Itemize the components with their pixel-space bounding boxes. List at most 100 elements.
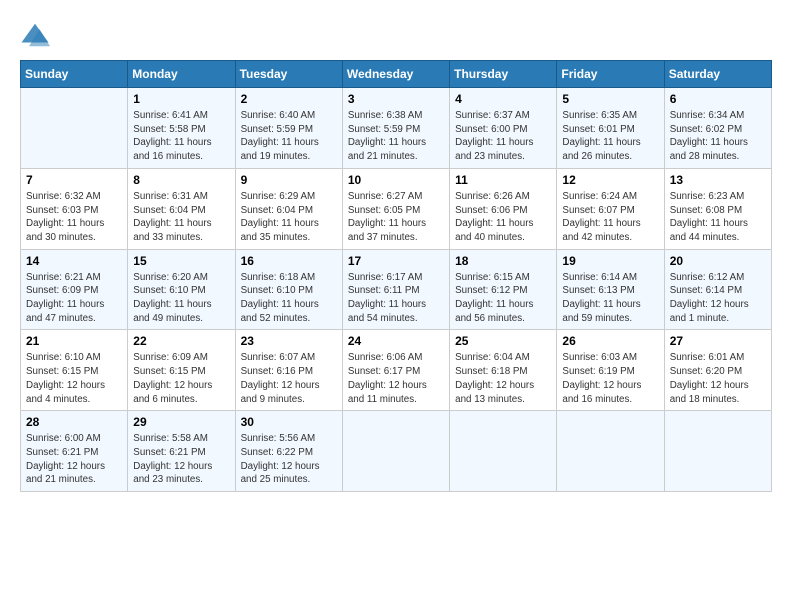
day-info: Sunrise: 6:32 AM Sunset: 6:03 PM Dayligh… — [26, 190, 122, 245]
logo — [20, 20, 54, 50]
day-info: Sunrise: 6:09 AM Sunset: 6:15 PM Dayligh… — [133, 351, 229, 406]
day-info: Sunrise: 6:34 AM Sunset: 6:02 PM Dayligh… — [670, 109, 766, 164]
calendar-cell: 14 Sunrise: 6:21 AM Sunset: 6:09 PM Dayli… — [21, 249, 128, 330]
day-number: 30 — [241, 415, 337, 429]
day-number: 21 — [26, 334, 122, 348]
day-header-saturday: Saturday — [664, 61, 771, 88]
day-number: 7 — [26, 173, 122, 187]
day-number: 12 — [562, 173, 658, 187]
day-info: Sunrise: 5:58 AM Sunset: 6:21 PM Dayligh… — [133, 432, 229, 487]
day-header-tuesday: Tuesday — [235, 61, 342, 88]
day-header-sunday: Sunday — [21, 61, 128, 88]
day-info: Sunrise: 6:06 AM Sunset: 6:17 PM Dayligh… — [348, 351, 444, 406]
calendar-cell: 4 Sunrise: 6:37 AM Sunset: 6:00 PM Daylig… — [450, 88, 557, 169]
calendar-cell: 16Sunrise: 6:18 AM Sunset: 6:10 PM Dayli… — [235, 249, 342, 330]
day-number: 13 — [670, 173, 766, 187]
calendar-cell: 5 Sunrise: 6:35 AM Sunset: 6:01 PM Daylig… — [557, 88, 664, 169]
calendar-cell: 21Sunrise: 6:10 AM Sunset: 6:15 PM Dayli… — [21, 330, 128, 411]
day-info: Sunrise: 6:31 AM Sunset: 6:04 PM Dayligh… — [133, 190, 229, 245]
day-info: Sunrise: 6:01 AM Sunset: 6:20 PM Dayligh… — [670, 351, 766, 406]
day-info: Sunrise: 6:27 AM Sunset: 6:05 PM Dayligh… — [348, 190, 444, 245]
calendar-cell: 26 Sunrise: 6:03 AM Sunset: 6:19 PM Dayli… — [557, 330, 664, 411]
calendar-cell: 19Sunrise: 6:14 AM Sunset: 6:13 PM Dayli… — [557, 249, 664, 330]
day-info: Sunrise: 6:03 AM Sunset: 6:19 PM Dayligh… — [562, 351, 658, 406]
week-row-2: 7 Sunrise: 6:32 AM Sunset: 6:03 PM Daylig… — [21, 168, 772, 249]
day-number: 3 — [348, 92, 444, 106]
calendar-cell: 9 Sunrise: 6:29 AM Sunset: 6:04 PM Daylig… — [235, 168, 342, 249]
day-number: 27 — [670, 334, 766, 348]
calendar-cell: 12 Sunrise: 6:24 AM Sunset: 6:07 PM Dayli… — [557, 168, 664, 249]
day-number: 4 — [455, 92, 551, 106]
day-number: 2 — [241, 92, 337, 106]
day-number: 23 — [241, 334, 337, 348]
day-header-thursday: Thursday — [450, 61, 557, 88]
calendar-cell: 15 Sunrise: 6:20 AM Sunset: 6:10 PM Dayli… — [128, 249, 235, 330]
day-info: Sunrise: 6:04 AM Sunset: 6:18 PM Dayligh… — [455, 351, 551, 406]
calendar-cell: 29 Sunrise: 5:58 AM Sunset: 6:21 PM Dayli… — [128, 411, 235, 492]
day-number: 15 — [133, 254, 229, 268]
day-info: Sunrise: 6:12 AM Sunset: 6:14 PM Dayligh… — [670, 271, 766, 326]
calendar-cell — [664, 411, 771, 492]
day-info: Sunrise: 6:35 AM Sunset: 6:01 PM Dayligh… — [562, 109, 658, 164]
day-info: Sunrise: 6:00 AM Sunset: 6:21 PM Dayligh… — [26, 432, 122, 487]
day-info: Sunrise: 6:21 AM Sunset: 6:09 PM Dayligh… — [26, 271, 122, 326]
day-header-wednesday: Wednesday — [342, 61, 449, 88]
day-info: Sunrise: 6:38 AM Sunset: 5:59 PM Dayligh… — [348, 109, 444, 164]
calendar-cell: 6 Sunrise: 6:34 AM Sunset: 6:02 PM Daylig… — [664, 88, 771, 169]
day-number: 18 — [455, 254, 551, 268]
day-number: 29 — [133, 415, 229, 429]
day-number: 6 — [670, 92, 766, 106]
day-number: 20 — [670, 254, 766, 268]
day-info: Sunrise: 6:24 AM Sunset: 6:07 PM Dayligh… — [562, 190, 658, 245]
day-number: 25 — [455, 334, 551, 348]
day-number: 9 — [241, 173, 337, 187]
day-number: 5 — [562, 92, 658, 106]
day-number: 10 — [348, 173, 444, 187]
calendar-cell: 28 Sunrise: 6:00 AM Sunset: 6:21 PM Dayli… — [21, 411, 128, 492]
page-header — [20, 20, 772, 50]
calendar-cell: 30Sunrise: 5:56 AM Sunset: 6:22 PM Dayli… — [235, 411, 342, 492]
calendar-cell: 8 Sunrise: 6:31 AM Sunset: 6:04 PM Daylig… — [128, 168, 235, 249]
day-number: 22 — [133, 334, 229, 348]
day-info: Sunrise: 6:29 AM Sunset: 6:04 PM Dayligh… — [241, 190, 337, 245]
week-row-3: 14 Sunrise: 6:21 AM Sunset: 6:09 PM Dayli… — [21, 249, 772, 330]
calendar-cell: 17 Sunrise: 6:17 AM Sunset: 6:11 PM Dayli… — [342, 249, 449, 330]
day-number: 24 — [348, 334, 444, 348]
day-number: 17 — [348, 254, 444, 268]
day-number: 14 — [26, 254, 122, 268]
calendar-cell: 20 Sunrise: 6:12 AM Sunset: 6:14 PM Dayli… — [664, 249, 771, 330]
day-number: 1 — [133, 92, 229, 106]
day-info: Sunrise: 6:26 AM Sunset: 6:06 PM Dayligh… — [455, 190, 551, 245]
day-info: Sunrise: 6:37 AM Sunset: 6:00 PM Dayligh… — [455, 109, 551, 164]
day-info: Sunrise: 6:23 AM Sunset: 6:08 PM Dayligh… — [670, 190, 766, 245]
week-row-1: 1Sunrise: 6:41 AM Sunset: 5:58 PM Daylig… — [21, 88, 772, 169]
day-info: Sunrise: 6:17 AM Sunset: 6:11 PM Dayligh… — [348, 271, 444, 326]
calendar-cell: 22 Sunrise: 6:09 AM Sunset: 6:15 PM Dayli… — [128, 330, 235, 411]
day-number: 11 — [455, 173, 551, 187]
calendar-cell: 10 Sunrise: 6:27 AM Sunset: 6:05 PM Dayli… — [342, 168, 449, 249]
day-info: Sunrise: 6:18 AM Sunset: 6:10 PM Dayligh… — [241, 271, 337, 326]
days-header-row: SundayMondayTuesdayWednesdayThursdayFrid… — [21, 61, 772, 88]
calendar-cell: 2 Sunrise: 6:40 AM Sunset: 5:59 PM Daylig… — [235, 88, 342, 169]
calendar-cell: 1Sunrise: 6:41 AM Sunset: 5:58 PM Daylig… — [128, 88, 235, 169]
logo-icon — [20, 20, 50, 50]
calendar-cell: 3 Sunrise: 6:38 AM Sunset: 5:59 PM Daylig… — [342, 88, 449, 169]
day-info: Sunrise: 6:20 AM Sunset: 6:10 PM Dayligh… — [133, 271, 229, 326]
calendar-cell: 13 Sunrise: 6:23 AM Sunset: 6:08 PM Dayli… — [664, 168, 771, 249]
day-number: 19 — [562, 254, 658, 268]
day-number: 26 — [562, 334, 658, 348]
week-row-5: 28 Sunrise: 6:00 AM Sunset: 6:21 PM Dayli… — [21, 411, 772, 492]
calendar-cell — [342, 411, 449, 492]
day-info: Sunrise: 6:07 AM Sunset: 6:16 PM Dayligh… — [241, 351, 337, 406]
calendar-cell — [557, 411, 664, 492]
day-number: 8 — [133, 173, 229, 187]
week-row-4: 21Sunrise: 6:10 AM Sunset: 6:15 PM Dayli… — [21, 330, 772, 411]
calendar-cell: 25 Sunrise: 6:04 AM Sunset: 6:18 PM Dayli… — [450, 330, 557, 411]
day-header-monday: Monday — [128, 61, 235, 88]
day-info: Sunrise: 6:40 AM Sunset: 5:59 PM Dayligh… — [241, 109, 337, 164]
day-header-friday: Friday — [557, 61, 664, 88]
day-number: 28 — [26, 415, 122, 429]
calendar-cell: 23 Sunrise: 6:07 AM Sunset: 6:16 PM Dayli… — [235, 330, 342, 411]
calendar-cell: 11 Sunrise: 6:26 AM Sunset: 6:06 PM Dayli… — [450, 168, 557, 249]
calendar-table: SundayMondayTuesdayWednesdayThursdayFrid… — [20, 60, 772, 492]
